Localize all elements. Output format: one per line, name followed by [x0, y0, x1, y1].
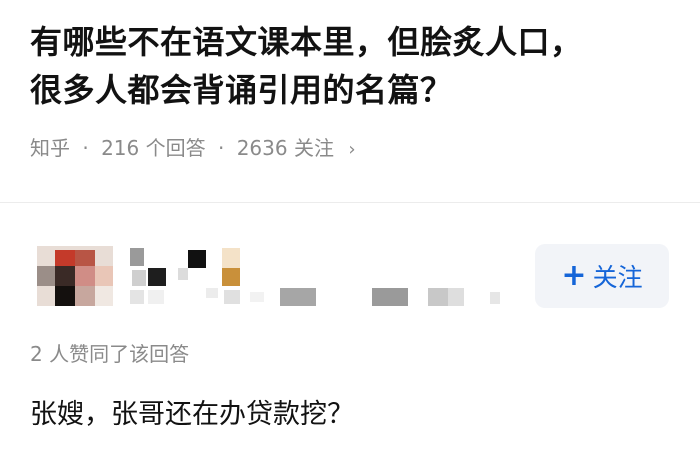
followers-count: 2636 关注	[236, 136, 334, 160]
plus-icon: +	[561, 258, 587, 293]
answers-count: 216 个回答	[101, 136, 206, 160]
vote-summary: 2 人赞同了该回答	[30, 342, 190, 366]
source-label: 知乎	[30, 136, 70, 160]
author-name[interactable]	[128, 244, 508, 308]
answer-text[interactable]: 张嫂，张哥还在办贷款挖？	[30, 395, 354, 435]
meta-separator: ·	[217, 136, 225, 160]
meta-separator: ·	[82, 136, 89, 160]
section-divider	[0, 202, 700, 203]
question-title[interactable]: 有哪些不在语文课本里，但脍炙人口， 很多人都会背诵引用的名篇？	[30, 18, 670, 114]
question-meta[interactable]: 知乎 · 216 个回答 · 2636 关注 ›	[30, 133, 356, 165]
question-title-line-2: 很多人都会背诵引用的名篇？	[30, 71, 453, 109]
avatar[interactable]	[37, 246, 113, 306]
chevron-right-icon: ›	[348, 139, 356, 160]
follow-button[interactable]: + 关注	[535, 244, 669, 308]
question-title-line-1: 有哪些不在语文课本里，但脍炙人口，	[30, 23, 583, 61]
follow-label: 关注	[592, 263, 643, 292]
